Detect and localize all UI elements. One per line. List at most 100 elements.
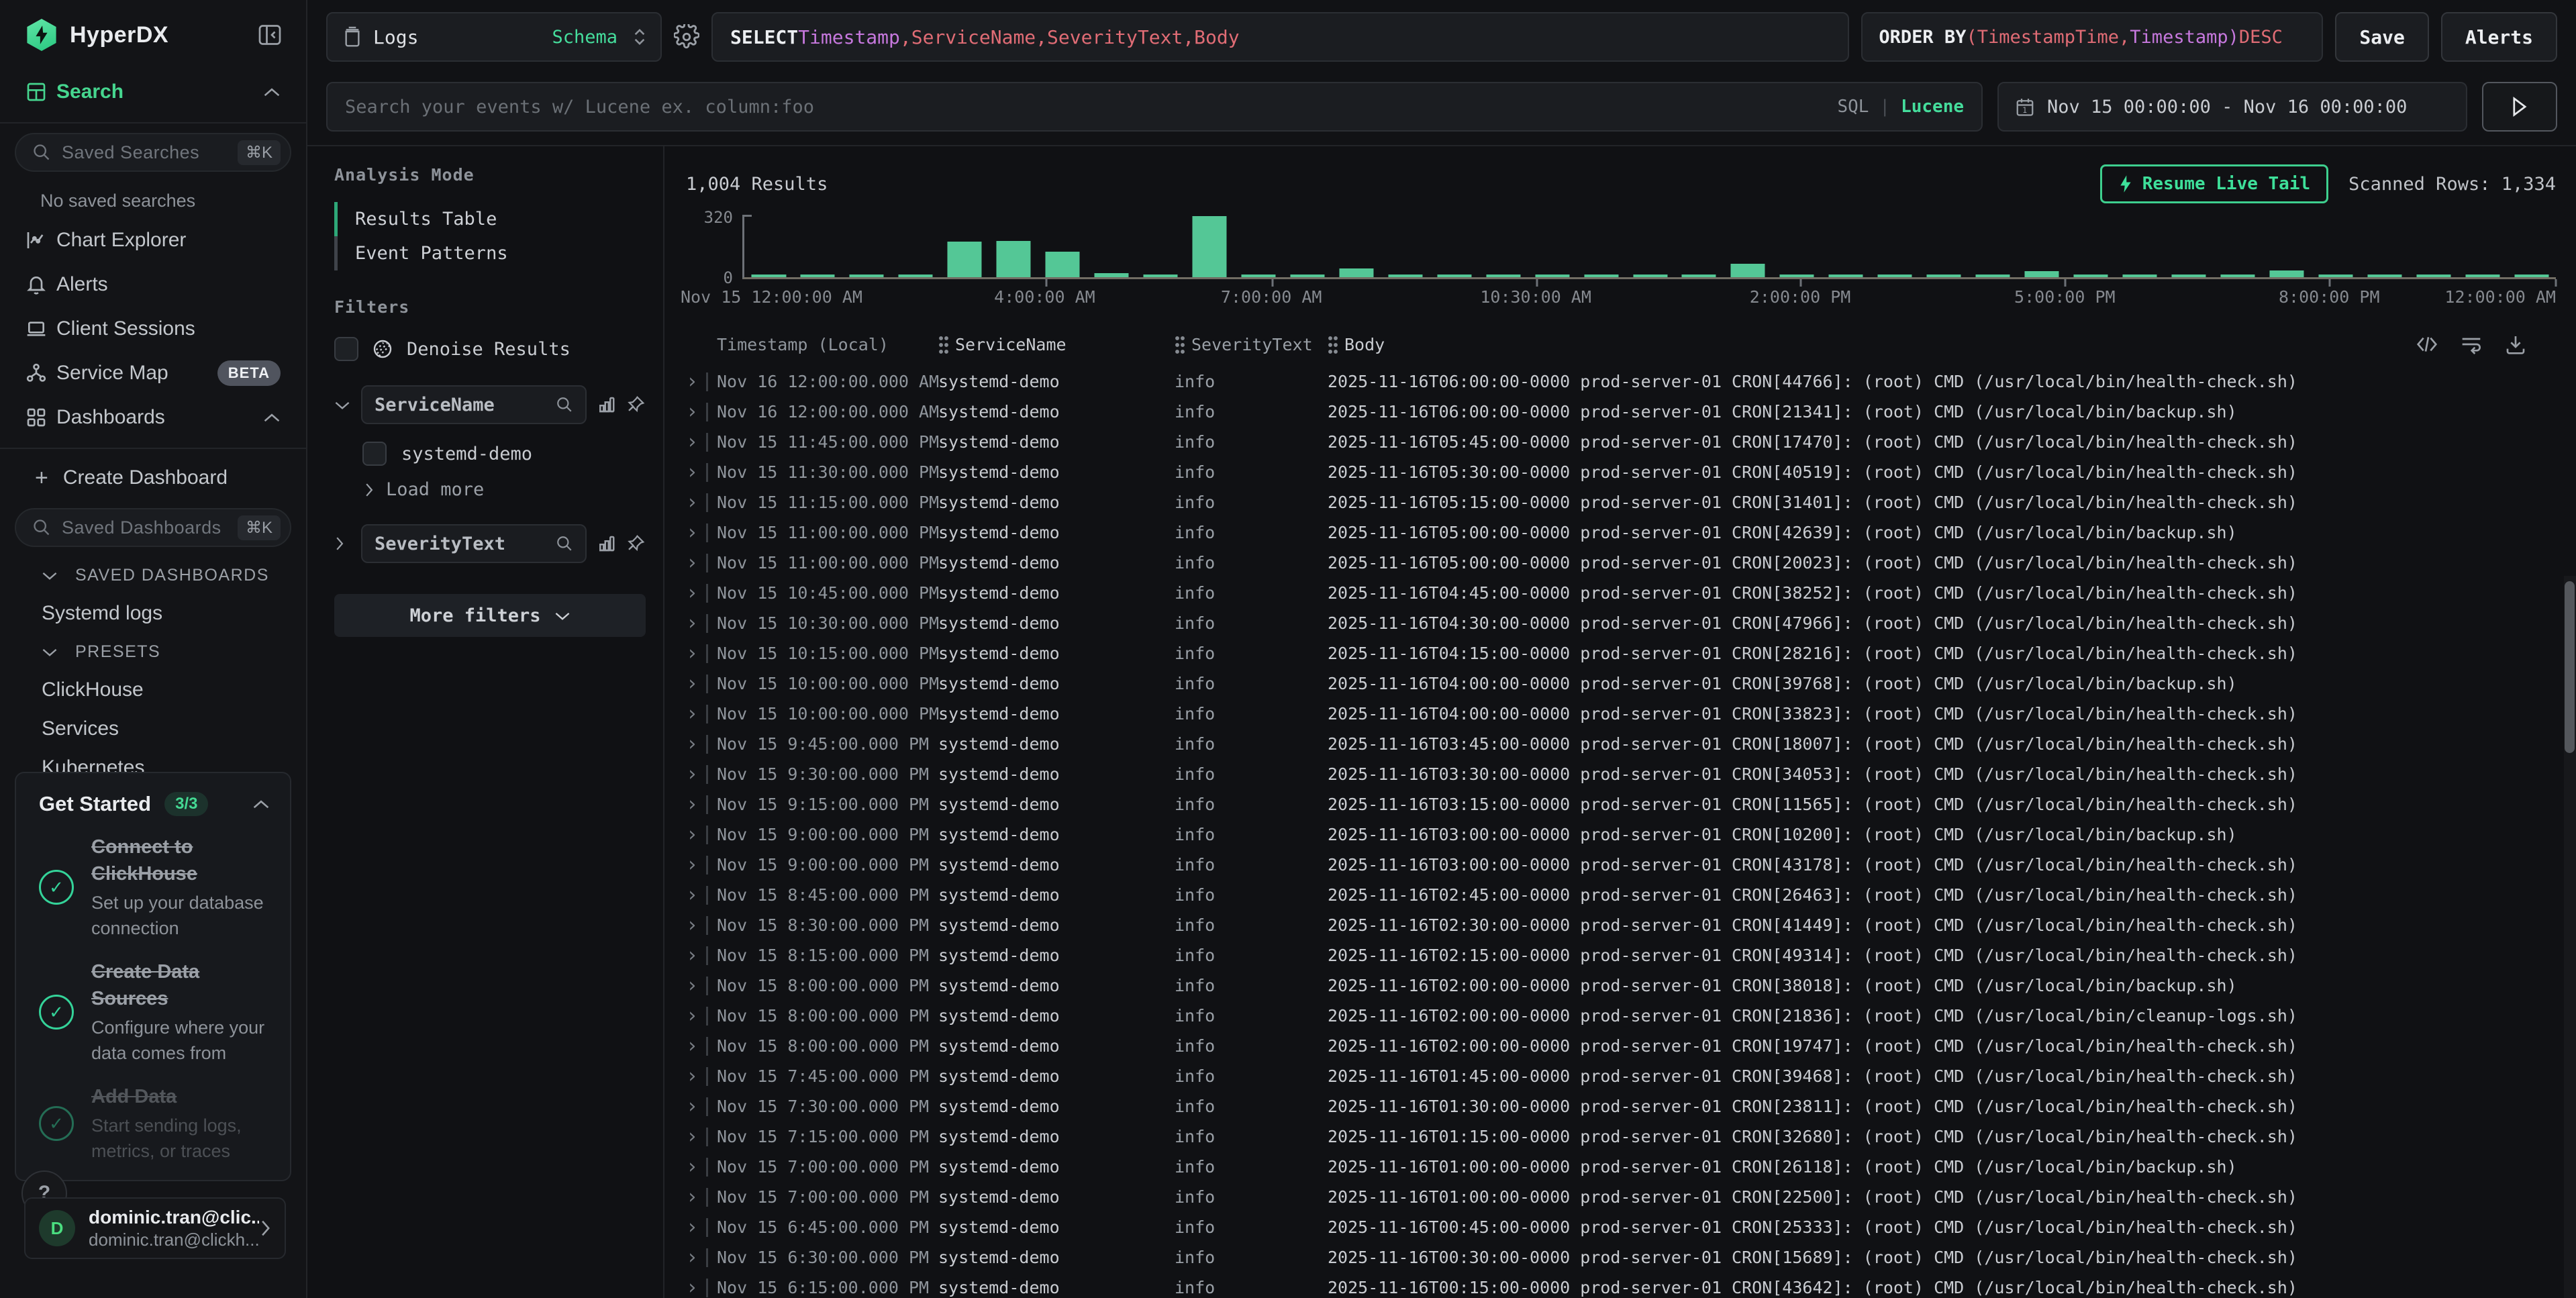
- get-started-step-add-data[interactable]: ✓ Add Data Start sending logs, metrics, …: [39, 1083, 270, 1164]
- sidebar-item-alerts[interactable]: Alerts: [0, 262, 306, 307]
- download-icon[interactable]: [2505, 334, 2526, 354]
- table-row[interactable]: ›Nov 15 11:30:00.000 PMsystemd-demoinfo2…: [686, 457, 2556, 487]
- table-row[interactable]: ›Nov 16 12:00:00.000 AMsystemd-demoinfo2…: [686, 366, 2556, 397]
- table-row[interactable]: ›Nov 15 7:00:00.000 PMsystemd-demoinfo20…: [686, 1182, 2556, 1212]
- table-row[interactable]: ›Nov 15 7:15:00.000 PMsystemd-demoinfo20…: [686, 1121, 2556, 1152]
- table-row[interactable]: ›Nov 15 9:45:00.000 PMsystemd-demoinfo20…: [686, 729, 2556, 759]
- column-timestamp[interactable]: Timestamp (Local): [717, 335, 938, 354]
- row-expand-icon[interactable]: ›: [686, 1246, 717, 1269]
- table-row[interactable]: ›Nov 15 7:30:00.000 PMsystemd-demoinfo20…: [686, 1091, 2556, 1121]
- table-row[interactable]: ›Nov 15 9:00:00.000 PMsystemd-demoinfo20…: [686, 850, 2556, 880]
- table-row[interactable]: ›Nov 15 10:30:00.000 PMsystemd-demoinfo2…: [686, 608, 2556, 638]
- denoise-results-row[interactable]: Denoise Results: [334, 337, 646, 361]
- sidebar-item-client-sessions[interactable]: Client Sessions: [0, 307, 306, 351]
- saved-searches-input[interactable]: Saved Searches ⌘K: [15, 133, 291, 172]
- table-row[interactable]: ›Nov 15 10:15:00.000 PMsystemd-demoinfo2…: [686, 638, 2556, 668]
- row-expand-icon[interactable]: ›: [686, 581, 717, 605]
- mode-results-table[interactable]: Results Table: [334, 202, 646, 236]
- sql-mode-toggle[interactable]: SQL: [1837, 97, 1869, 117]
- table-row[interactable]: ›Nov 15 8:45:00.000 PMsystemd-demoinfo20…: [686, 880, 2556, 910]
- facet-value-checkbox[interactable]: [362, 442, 387, 466]
- row-expand-icon[interactable]: ›: [686, 611, 717, 635]
- table-row[interactable]: ›Nov 15 10:45:00.000 PMsystemd-demoinfo2…: [686, 578, 2556, 608]
- time-range-picker[interactable]: 1 Nov 15 00:00:00 - Nov 16 00:00:00: [1997, 82, 2467, 132]
- row-expand-icon[interactable]: ›: [686, 732, 717, 756]
- table-row[interactable]: ›Nov 15 8:00:00.000 PMsystemd-demoinfo20…: [686, 970, 2556, 1001]
- more-filters-button[interactable]: More filters: [334, 594, 646, 637]
- table-row[interactable]: ›Nov 15 11:15:00.000 PMsystemd-demoinfo2…: [686, 487, 2556, 517]
- table-row[interactable]: ›Nov 15 10:00:00.000 PMsystemd-demoinfo2…: [686, 668, 2556, 699]
- denoise-checkbox[interactable]: [334, 337, 358, 361]
- row-expand-icon[interactable]: ›: [686, 1276, 717, 1298]
- row-expand-icon[interactable]: ›: [686, 642, 717, 665]
- table-row[interactable]: ›Nov 15 9:30:00.000 PMsystemd-demoinfo20…: [686, 759, 2556, 789]
- table-row[interactable]: ›Nov 15 11:45:00.000 PMsystemd-demoinfo2…: [686, 427, 2556, 457]
- row-expand-icon[interactable]: ›: [686, 1125, 717, 1148]
- table-row[interactable]: ›Nov 15 9:15:00.000 PMsystemd-demoinfo20…: [686, 789, 2556, 819]
- row-expand-icon[interactable]: ›: [686, 1185, 717, 1209]
- row-expand-icon[interactable]: ›: [686, 491, 717, 514]
- row-expand-icon[interactable]: ›: [686, 1155, 717, 1179]
- row-expand-icon[interactable]: ›: [686, 672, 717, 695]
- row-expand-icon[interactable]: ›: [686, 883, 717, 907]
- sidebar-item-chart-explorer[interactable]: Chart Explorer: [0, 218, 306, 262]
- table-row[interactable]: ›Nov 15 7:00:00.000 PMsystemd-demoinfo20…: [686, 1152, 2556, 1182]
- chevron-up-icon[interactable]: [252, 799, 270, 809]
- create-dashboard-button[interactable]: + Create Dashboard: [0, 457, 306, 499]
- table-row[interactable]: ›Nov 15 10:00:00.000 PMsystemd-demoinfo2…: [686, 699, 2556, 729]
- sidebar-item-search[interactable]: Search: [0, 70, 306, 114]
- row-expand-icon[interactable]: ›: [686, 1215, 717, 1239]
- facet-chart-icon[interactable]: [596, 395, 616, 415]
- row-expand-icon[interactable]: ›: [686, 430, 717, 454]
- source-selector[interactable]: Logs Schema: [326, 12, 662, 62]
- row-expand-icon[interactable]: ›: [686, 521, 717, 544]
- row-expand-icon[interactable]: ›: [686, 460, 717, 484]
- column-servicename[interactable]: ServiceName: [938, 335, 1175, 354]
- facet-search-box[interactable]: ServiceName: [361, 385, 587, 424]
- select-query-input[interactable]: SELECT Timestamp,ServiceName,SeverityTex…: [711, 12, 1849, 62]
- source-settings-gear-icon[interactable]: [674, 24, 699, 50]
- row-expand-icon[interactable]: ›: [686, 944, 717, 967]
- table-row[interactable]: ›Nov 15 8:15:00.000 PMsystemd-demoinfo20…: [686, 940, 2556, 970]
- drag-handle-icon[interactable]: [938, 335, 948, 354]
- row-expand-icon[interactable]: ›: [686, 1034, 717, 1058]
- table-row[interactable]: ›Nov 15 8:30:00.000 PMsystemd-demoinfo20…: [686, 910, 2556, 940]
- facet-value-row[interactable]: systemd-demo: [362, 442, 646, 466]
- get-started-step-datasources[interactable]: ✓ Create Data Sources Configure where yo…: [39, 958, 270, 1066]
- sidebar-item-service-map[interactable]: Service Map BETA: [0, 351, 306, 395]
- run-query-button[interactable]: [2482, 82, 2557, 132]
- load-more-button[interactable]: Load more: [364, 479, 646, 500]
- table-row[interactable]: ›Nov 15 11:00:00.000 PMsystemd-demoinfo2…: [686, 548, 2556, 578]
- order-by-input[interactable]: ORDER BY (TimestampTime, Timestamp) DESC: [1861, 12, 2323, 62]
- sidebar-item-clickhouse[interactable]: ClickHouse: [0, 670, 306, 709]
- row-expand-icon[interactable]: ›: [686, 823, 717, 846]
- get-started-step-connect[interactable]: ✓ Connect to ClickHouse Set up your data…: [39, 834, 270, 941]
- facet-chart-icon[interactable]: [596, 534, 616, 554]
- mode-event-patterns[interactable]: Event Patterns: [334, 236, 646, 270]
- row-expand-icon[interactable]: ›: [686, 1095, 717, 1118]
- sidebar-item-systemd-logs[interactable]: Systemd logs: [0, 594, 306, 633]
- row-expand-icon[interactable]: ›: [686, 1064, 717, 1088]
- row-expand-icon[interactable]: ›: [686, 1004, 717, 1028]
- row-expand-icon[interactable]: ›: [686, 702, 717, 726]
- text-wrap-icon[interactable]: [2461, 334, 2482, 354]
- table-row[interactable]: ›Nov 15 11:00:00.000 PMsystemd-demoinfo2…: [686, 517, 2556, 548]
- code-view-icon[interactable]: [2416, 334, 2438, 354]
- row-expand-icon[interactable]: ›: [686, 913, 717, 937]
- row-expand-icon[interactable]: ›: [686, 400, 717, 423]
- event-search-input[interactable]: Search your events w/ Lucene ex. column:…: [326, 82, 1983, 132]
- collapse-sidebar-icon[interactable]: [258, 23, 282, 46]
- table-row[interactable]: ›Nov 15 6:15:00.000 PMsystemd-demoinfo20…: [686, 1272, 2556, 1298]
- pin-icon[interactable]: [626, 534, 646, 554]
- alerts-button[interactable]: Alerts: [2441, 12, 2557, 62]
- lucene-mode-toggle[interactable]: Lucene: [1901, 97, 1964, 117]
- events-histogram[interactable]: 320 0 Nov 15 12:00:00 AM4:00:00 AM7:00:0…: [686, 212, 2556, 306]
- chevron-down-icon[interactable]: [334, 400, 352, 410]
- table-row[interactable]: ›Nov 15 8:00:00.000 PMsystemd-demoinfo20…: [686, 1031, 2556, 1061]
- row-expand-icon[interactable]: ›: [686, 762, 717, 786]
- table-row[interactable]: ›Nov 15 8:00:00.000 PMsystemd-demoinfo20…: [686, 1001, 2556, 1031]
- row-expand-icon[interactable]: ›: [686, 974, 717, 997]
- row-expand-icon[interactable]: ›: [686, 853, 717, 877]
- table-row[interactable]: ›Nov 15 9:00:00.000 PMsystemd-demoinfo20…: [686, 819, 2556, 850]
- chevron-right-icon[interactable]: [334, 536, 352, 551]
